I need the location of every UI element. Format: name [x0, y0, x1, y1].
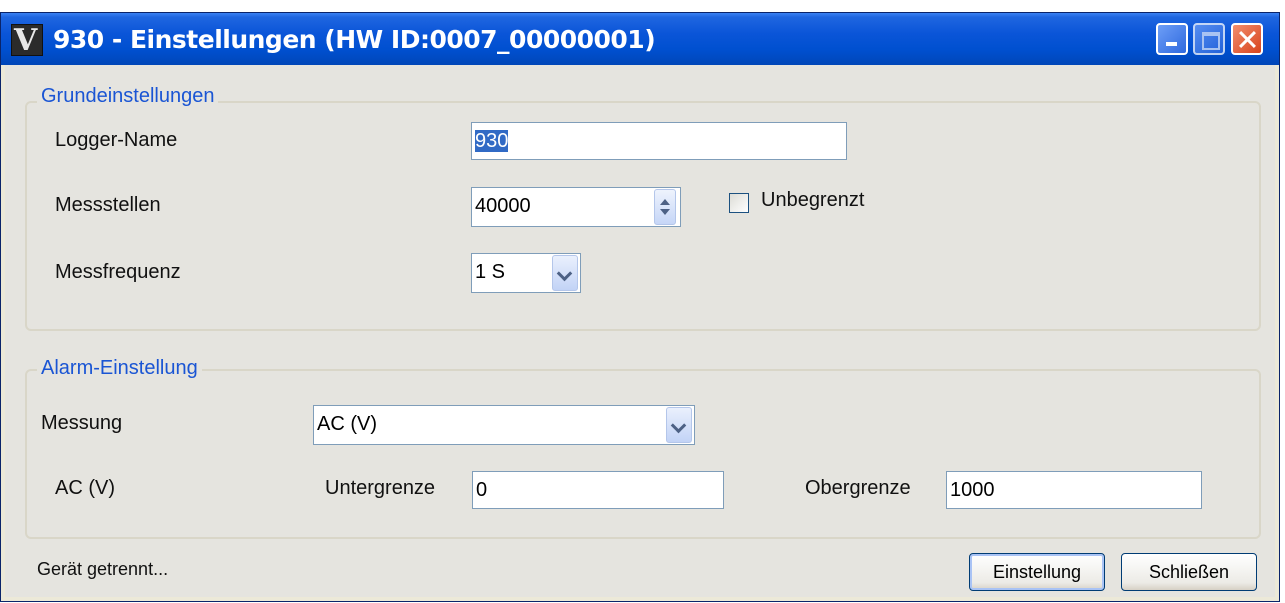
minimize-icon[interactable]	[1156, 23, 1188, 55]
title-bar[interactable]: V 930 - Einstellungen (HW ID:0007_000000…	[1, 13, 1279, 65]
status-text: Gerät getrennt...	[37, 559, 169, 579]
upper-limit-label: Obergrenze	[805, 477, 911, 499]
apply-settings-button[interactable]: Einstellung	[969, 553, 1105, 591]
measurement-points-stepper[interactable]: 40000	[471, 187, 681, 227]
measurement-frequency-value: 1 S	[475, 261, 506, 283]
alarm-settings-group	[25, 369, 1261, 539]
unlimited-label[interactable]: Unbegrenzt	[761, 189, 864, 212]
close-icon[interactable]	[1231, 23, 1263, 55]
spinner-arrows-icon[interactable]	[654, 189, 676, 225]
channel-label: AC (V)	[55, 477, 115, 499]
chevron-down-icon[interactable]	[552, 255, 578, 291]
settings-window: V 930 - Einstellungen (HW ID:0007_000000…	[0, 12, 1280, 602]
app-logo-icon: V	[11, 23, 43, 58]
upper-limit-value: 1000	[950, 479, 995, 501]
lower-limit-value: 0	[476, 479, 488, 501]
basic-settings-legend: Grundeinstellungen	[37, 85, 219, 108]
lower-limit-label: Untergrenze	[325, 477, 436, 499]
spin-up-icon[interactable]	[660, 199, 670, 205]
logger-name-label: Logger-Name	[55, 129, 178, 151]
unlimited-checkbox[interactable]	[729, 193, 749, 213]
close-button[interactable]: Schließen	[1121, 553, 1257, 591]
alarm-settings-legend: Alarm-Einstellung	[37, 357, 202, 380]
maximize-icon[interactable]	[1193, 23, 1225, 55]
window-title: 930 - Einstellungen (HW ID:0007_00000001…	[53, 25, 656, 54]
measurement-frequency-label: Messfrequenz	[55, 261, 181, 283]
measurement-points-label: Messstellen	[55, 194, 161, 216]
measurement-value: AC (V)	[317, 413, 377, 435]
measurement-select[interactable]: AC (V)	[313, 405, 695, 445]
measurement-label: Messung	[41, 412, 123, 434]
dialog-body: Grundeinstellungen Logger-Name 930 Messs…	[5, 65, 1275, 597]
upper-limit-input[interactable]: 1000	[946, 471, 1202, 509]
logger-name-input[interactable]: 930	[471, 122, 847, 160]
measurement-points-value: 40000	[475, 195, 531, 217]
measurement-dropdown-icon[interactable]	[666, 407, 692, 443]
spin-down-icon[interactable]	[660, 209, 670, 215]
logger-name-value: 930	[475, 130, 509, 152]
lower-limit-input[interactable]: 0	[472, 471, 724, 509]
